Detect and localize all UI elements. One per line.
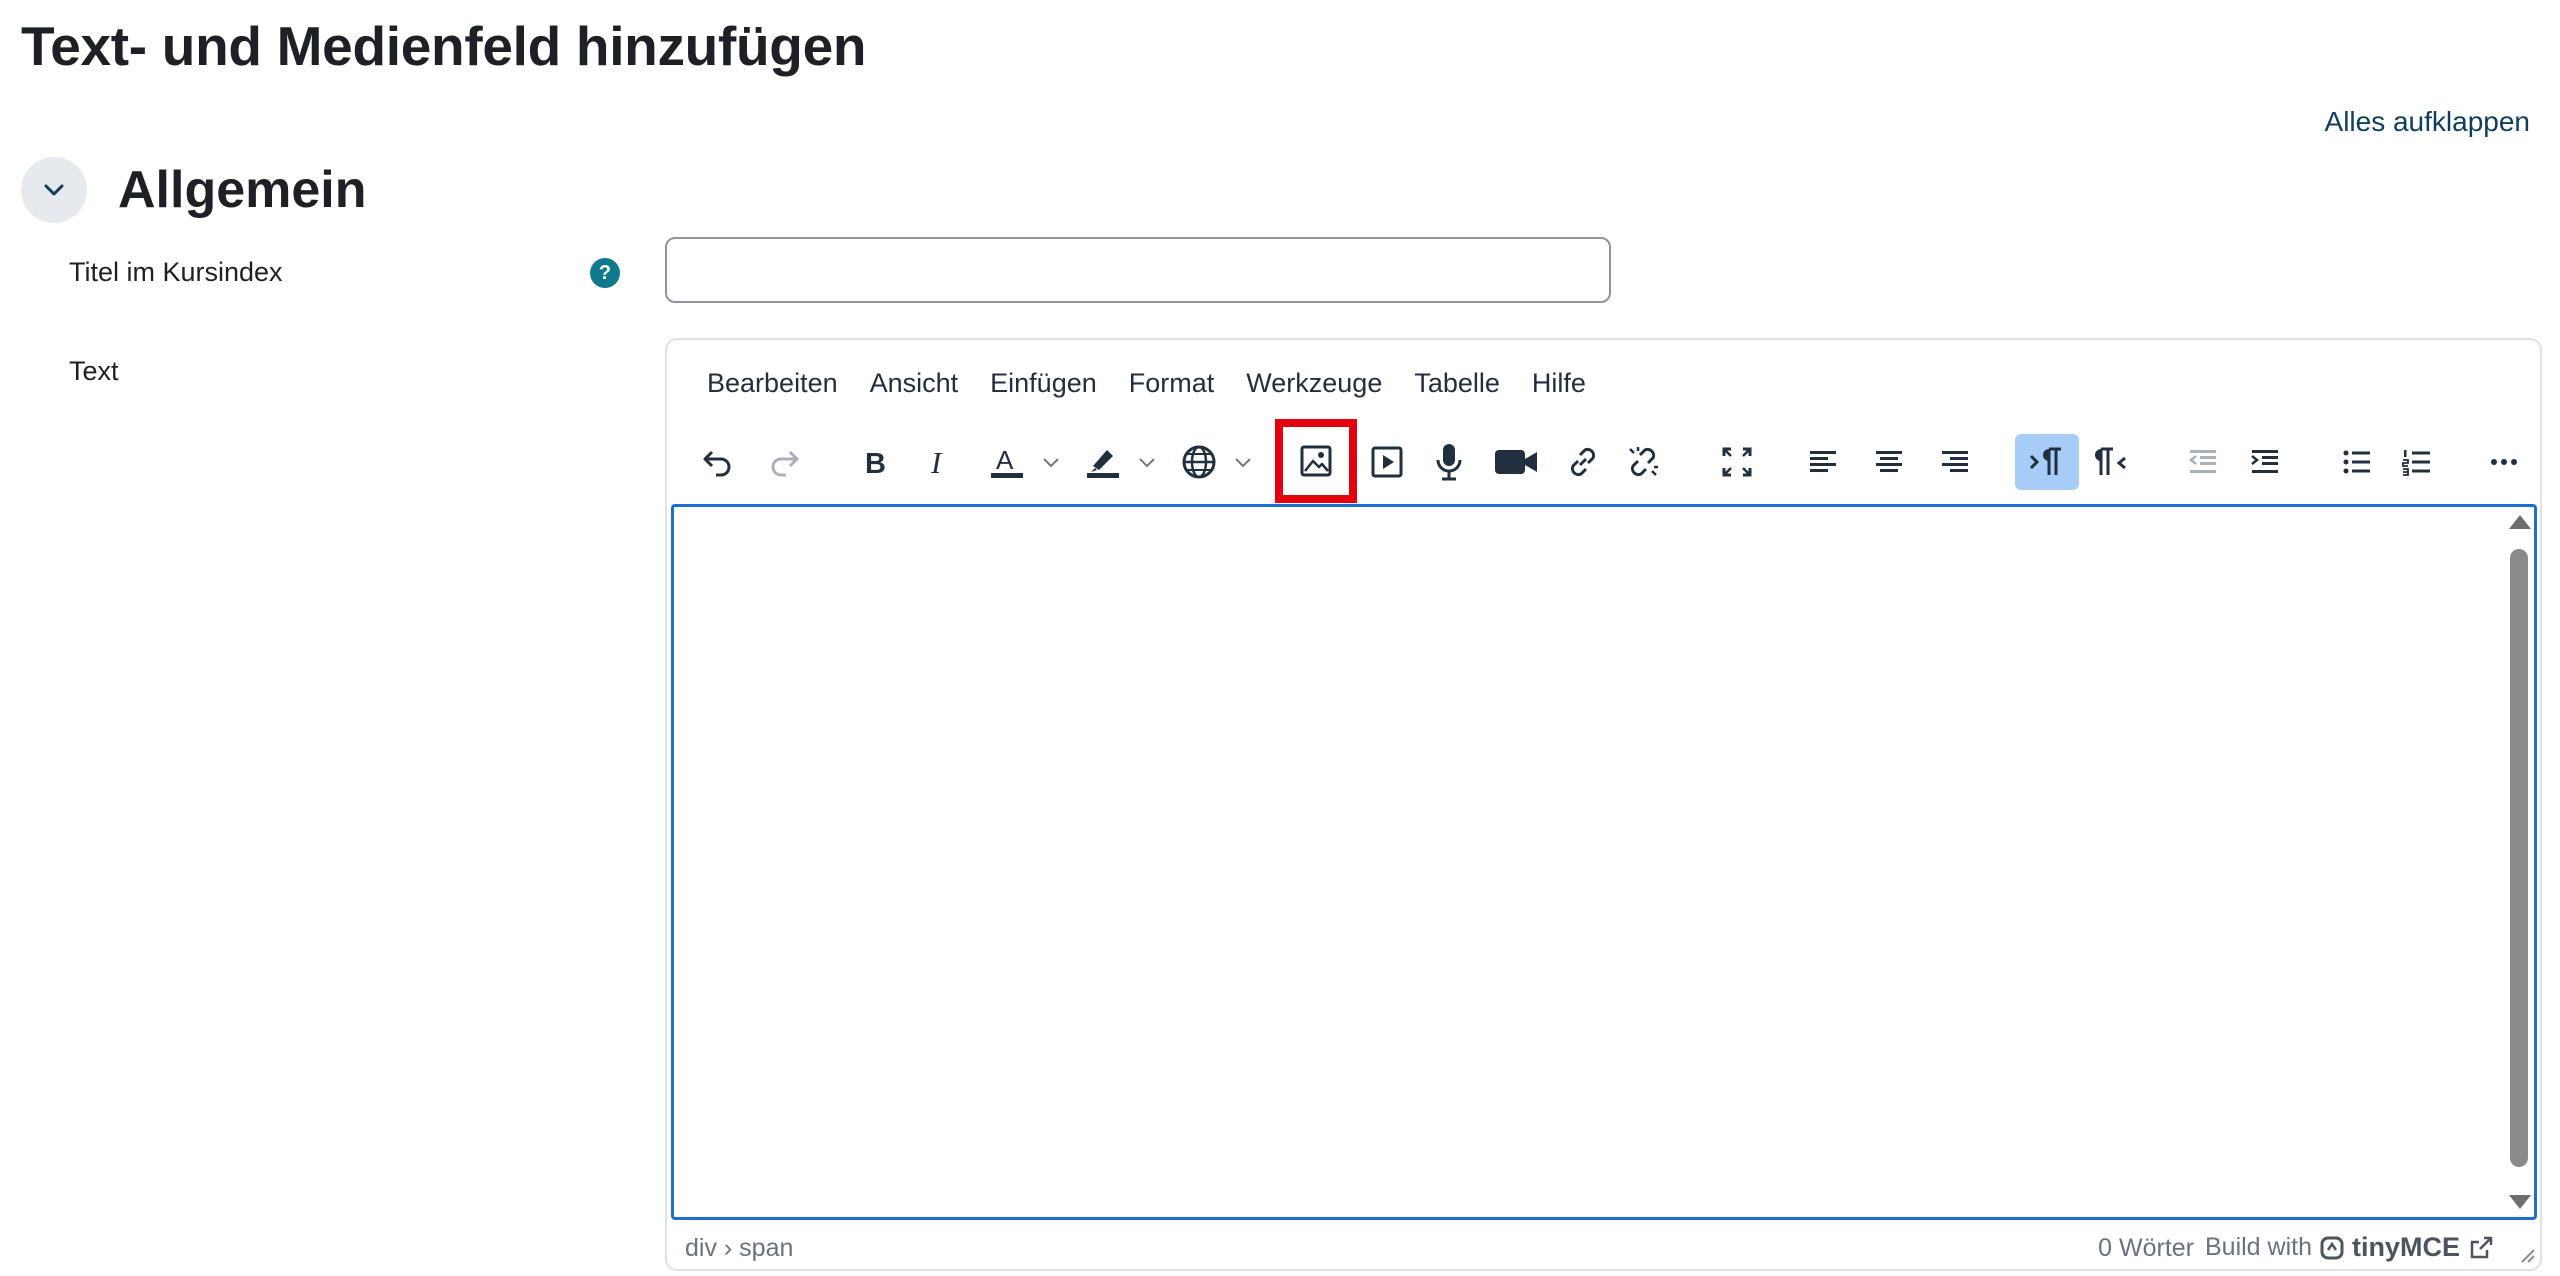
media-icon <box>1371 446 1403 478</box>
element-path[interactable]: div › span <box>685 1234 793 1263</box>
brand-name: tinyMCE <box>2352 1232 2460 1262</box>
insert-media-button[interactable] <box>1361 434 1413 490</box>
chevron-down-icon <box>1043 458 1059 468</box>
highlight-color-icon <box>1087 450 1119 478</box>
editor-statusbar: div › span 0 Wörter Build with tinyMCE <box>667 1228 2540 1268</box>
ltr-icon <box>2029 447 2061 475</box>
outdent-icon <box>2188 450 2216 473</box>
chevron-down-icon <box>44 184 64 196</box>
insert-image-button[interactable] <box>1275 419 1357 503</box>
record-video-icon <box>1495 450 1537 474</box>
bold-icon: B <box>865 448 886 480</box>
scrollbar-thumb[interactable] <box>2510 549 2528 1167</box>
italic-icon: I <box>930 445 943 480</box>
image-icon <box>1300 445 1332 477</box>
record-audio-button[interactable] <box>1423 434 1475 490</box>
rich-text-editor: Bearbeiten Ansicht Einfügen Format Werkz… <box>665 338 2542 1271</box>
page-title: Text- und Medienfeld hinzufügen <box>21 15 867 77</box>
tinymce-branding-link[interactable]: Build with tinyMCE <box>2205 1232 2494 1263</box>
editor-content-area[interactable] <box>671 504 2537 1220</box>
align-right-icon <box>1942 451 1968 472</box>
menu-view[interactable]: Ansicht <box>854 362 975 405</box>
language-icon <box>1182 445 1216 479</box>
text-color-icon: A <box>991 445 1023 478</box>
text-color-button[interactable]: A <box>979 434 1035 490</box>
menu-help[interactable]: Hilfe <box>1516 362 1602 405</box>
align-right-button[interactable] <box>1929 434 1981 490</box>
highlight-color-button[interactable] <box>1075 434 1131 490</box>
indent-icon <box>2251 450 2278 473</box>
indent-button[interactable] <box>2239 434 2291 490</box>
editor-toolbar: B I A <box>667 419 2540 503</box>
build-with-label: Build with <box>2205 1233 2312 1261</box>
text-color-dropdown[interactable] <box>1041 434 1061 490</box>
unlink-button[interactable] <box>1617 434 1669 490</box>
text-field-label: Text <box>69 356 119 386</box>
chevron-down-icon <box>1139 458 1155 468</box>
resize-handle-icon[interactable] <box>2516 1242 2536 1271</box>
numbered-list-icon <box>2402 450 2430 476</box>
bullet-list-icon <box>2343 450 2370 474</box>
svg-text:B: B <box>865 448 886 480</box>
rtl-button[interactable] <box>2085 434 2137 490</box>
scroll-down-arrow-icon[interactable] <box>2509 1195 2531 1209</box>
scroll-up-arrow-icon[interactable] <box>2509 515 2531 529</box>
expand-all-link[interactable]: Alles aufklappen <box>2325 106 2530 138</box>
italic-button[interactable]: I <box>913 434 965 490</box>
language-dropdown[interactable] <box>1233 434 1253 490</box>
unlink-icon <box>1629 447 1658 477</box>
outdent-button[interactable] <box>2177 434 2229 490</box>
svg-text:A: A <box>996 445 1014 475</box>
section-collapse-toggle[interactable] <box>21 157 87 223</box>
rtl-icon <box>2095 447 2126 475</box>
fullscreen-icon <box>1722 447 1752 477</box>
fullscreen-button[interactable] <box>1711 434 1763 490</box>
align-center-icon <box>1876 451 1902 472</box>
editor-menubar: Bearbeiten Ansicht Einfügen Format Werkz… <box>707 362 1602 405</box>
external-link-icon <box>2470 1236 2493 1258</box>
section-title: Allgemein <box>118 161 367 219</box>
menu-tools[interactable]: Werkzeuge <box>1230 362 1398 405</box>
link-icon <box>1570 447 1596 477</box>
help-icon[interactable]: ? <box>590 258 620 288</box>
more-button[interactable] <box>2479 434 2529 490</box>
numbered-list-button[interactable] <box>2391 434 2443 490</box>
chevron-down-icon <box>1235 458 1251 468</box>
title-input[interactable] <box>665 237 1611 303</box>
link-button[interactable] <box>1557 434 1609 490</box>
bold-button[interactable]: B <box>849 434 901 490</box>
record-video-button[interactable] <box>1487 434 1547 490</box>
word-count[interactable]: 0 Wörter <box>2098 1234 2194 1263</box>
highlight-color-dropdown[interactable] <box>1137 434 1157 490</box>
language-button[interactable] <box>1173 434 1225 490</box>
menu-table[interactable]: Tabelle <box>1398 362 1516 405</box>
editor-scrollbar[interactable] <box>2506 509 2532 1215</box>
align-left-icon <box>1810 451 1836 472</box>
tinymce-logo-icon <box>2320 1236 2344 1259</box>
record-audio-icon <box>1436 444 1462 481</box>
redo-button[interactable] <box>759 434 811 490</box>
align-left-button[interactable] <box>1797 434 1849 490</box>
menu-format[interactable]: Format <box>1113 362 1231 405</box>
redo-icon <box>771 450 799 477</box>
more-icon <box>2491 459 2517 465</box>
menu-edit[interactable]: Bearbeiten <box>707 362 854 405</box>
align-center-button[interactable] <box>1863 434 1915 490</box>
ltr-button[interactable] <box>2015 434 2079 490</box>
bullet-list-button[interactable] <box>2331 434 2383 490</box>
svg-text:I: I <box>930 445 943 480</box>
title-field-label: Titel im Kursindex <box>69 257 283 287</box>
menu-insert[interactable]: Einfügen <box>974 362 1113 405</box>
undo-button[interactable] <box>691 434 743 490</box>
undo-icon <box>703 450 731 477</box>
